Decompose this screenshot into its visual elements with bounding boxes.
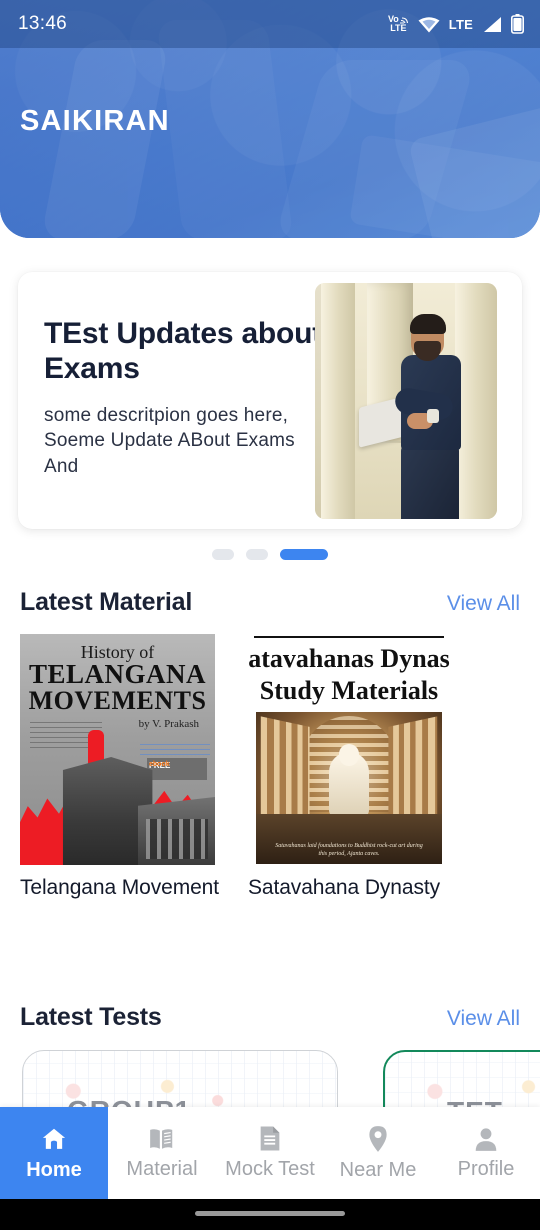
cover-author: by V. Prakash bbox=[138, 718, 199, 730]
cover-arches-graphic bbox=[146, 819, 208, 859]
nav-label: Material bbox=[126, 1157, 198, 1180]
carousel-dot-3-active[interactable] bbox=[280, 549, 328, 560]
nav-label: Home bbox=[26, 1158, 82, 1181]
app-brand-title: SAIKIRAN bbox=[20, 105, 170, 137]
nav-label: Mock Test bbox=[225, 1158, 315, 1180]
promo-text-block: TEst Updates about Exams some descritpio… bbox=[44, 316, 324, 480]
material-card-satavahana[interactable]: atavahanas Dynas Study Materials Satavah… bbox=[248, 634, 450, 900]
lte-icon: LTE bbox=[448, 16, 473, 32]
cover-line-1: atavahanas Dynas bbox=[248, 644, 450, 673]
wifi-icon bbox=[418, 16, 440, 33]
status-clock: 13:46 bbox=[18, 13, 68, 34]
volte-icon: Vo LTE bbox=[388, 15, 409, 33]
carousel-indicator[interactable] bbox=[0, 549, 540, 560]
volte-line-2: LTE bbox=[390, 23, 407, 33]
carousel-dot-2[interactable] bbox=[246, 549, 268, 560]
material-cover-image: atavahanas Dynas Study Materials Satavah… bbox=[248, 634, 450, 865]
test-card-tet[interactable]: TET bbox=[383, 1050, 540, 1110]
status-icon-group: Vo LTE LTE bbox=[388, 14, 524, 34]
carousel-dot-1[interactable] bbox=[212, 549, 234, 560]
latest-tests-list: GROUP1 TET bbox=[0, 1050, 540, 1110]
nav-item-mock-test[interactable]: Mock Test bbox=[216, 1107, 324, 1199]
document-icon bbox=[258, 1125, 282, 1152]
battery-icon bbox=[511, 14, 524, 34]
material-cover-image: History of TELANGANA MOVEMENTS by V. Pra… bbox=[20, 634, 215, 865]
latest-material-header: Latest Material View All bbox=[20, 588, 520, 617]
nav-label: Near Me bbox=[339, 1158, 417, 1181]
promo-image bbox=[315, 283, 497, 519]
cover-cave-photo: Satavahanas laid foundations to Buddhist… bbox=[256, 712, 442, 864]
location-pin-icon bbox=[367, 1125, 389, 1153]
home-icon bbox=[40, 1125, 68, 1153]
nav-item-home[interactable]: Home bbox=[0, 1107, 108, 1199]
nav-item-profile[interactable]: Profile bbox=[432, 1107, 540, 1199]
book-icon bbox=[148, 1126, 176, 1152]
bottom-navigation-bar: Home Material Mock Test Near Me Profile bbox=[0, 1107, 540, 1199]
nav-label: Profile bbox=[457, 1157, 515, 1180]
latest-tests-header: Latest Tests View All bbox=[20, 1003, 520, 1032]
promo-title: TEst Updates about Exams bbox=[44, 317, 323, 386]
test-card-group1[interactable]: GROUP1 bbox=[22, 1050, 338, 1110]
promo-banner-card[interactable]: TEst Updates about Exams some descritpio… bbox=[18, 272, 522, 529]
nav-item-material[interactable]: Material bbox=[108, 1107, 216, 1199]
material-caption: Satavahana Dynasty bbox=[248, 876, 440, 899]
tests-view-all-link[interactable]: View All bbox=[447, 1007, 520, 1031]
material-caption: Telangana Movement bbox=[20, 876, 219, 899]
cover-photo-caption: Satavahanas laid foundations to Buddhist… bbox=[275, 843, 423, 858]
latest-material-title: Latest Material bbox=[20, 588, 193, 616]
signal-icon bbox=[482, 16, 502, 33]
person-icon bbox=[473, 1126, 499, 1152]
latest-tests-title: Latest Tests bbox=[20, 1003, 162, 1031]
status-bar: 13:46 Vo LTE LTE bbox=[0, 0, 540, 48]
system-gesture-area bbox=[0, 1199, 540, 1230]
material-card-telangana[interactable]: History of TELANGANA MOVEMENTS by V. Pra… bbox=[20, 634, 219, 900]
gesture-handle-bar[interactable] bbox=[195, 1211, 345, 1216]
cover-line-3: MOVEMENTS bbox=[28, 686, 207, 715]
cover-line-2: Study Materials bbox=[259, 676, 439, 705]
nav-item-near-me[interactable]: Near Me bbox=[324, 1107, 432, 1199]
app-header: 13:46 Vo LTE LTE SAIKIRAN bbox=[0, 0, 540, 238]
promo-description: some descritpion goes here, Soeme Update… bbox=[44, 404, 295, 478]
app-screen: 13:46 Vo LTE LTE SAIKIRAN TEst Updates a… bbox=[0, 0, 540, 1230]
material-view-all-link[interactable]: View All bbox=[447, 592, 520, 616]
